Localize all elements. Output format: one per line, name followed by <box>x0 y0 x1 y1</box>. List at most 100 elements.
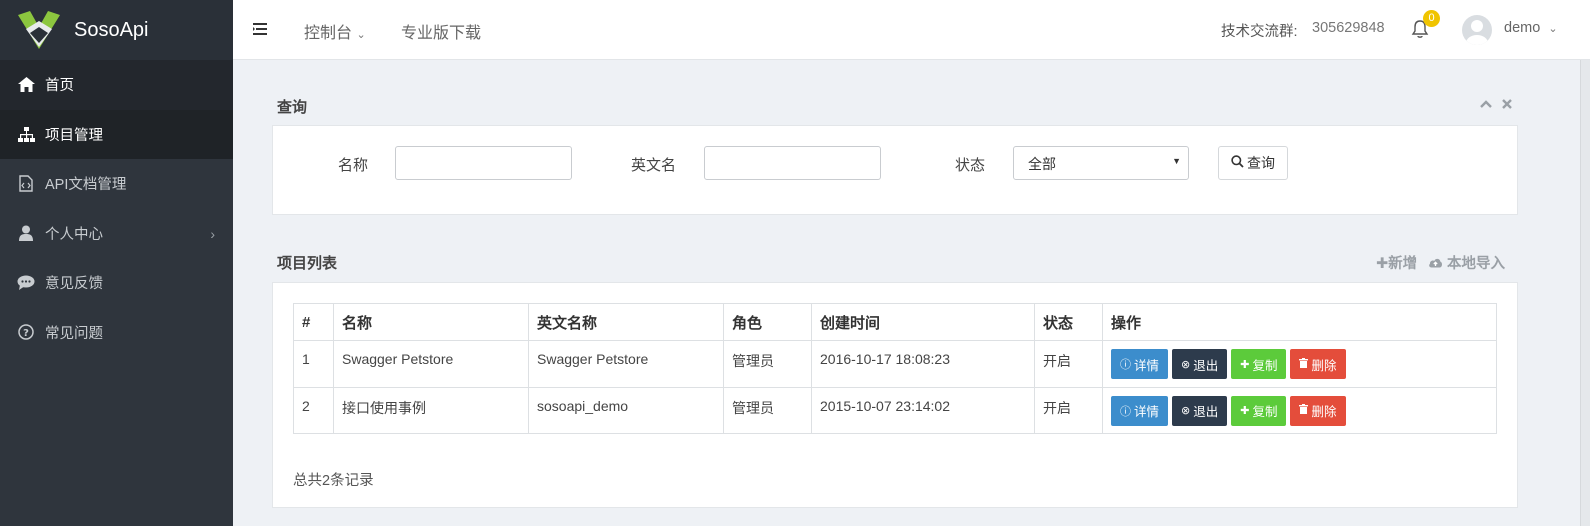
add-button[interactable]: ✚新增 <box>1376 252 1417 273</box>
status-select-value: 全部 <box>1028 156 1056 172</box>
query-section-title: 查询 <box>277 99 308 116</box>
console-menu[interactable]: 控制台 ⌄ <box>304 19 366 43</box>
plus-icon: ✚ <box>1240 358 1250 371</box>
close-icon[interactable] <box>1502 96 1512 112</box>
trash-icon <box>1299 404 1309 417</box>
info-circle-icon: ⓘ <box>1120 359 1131 371</box>
collapse-icon[interactable] <box>1480 96 1492 112</box>
logo[interactable]: SosoApi <box>0 0 233 60</box>
cell-id: 2 <box>293 386 334 434</box>
home-icon <box>16 76 36 94</box>
times-circle-icon: ⊗ <box>1181 358 1191 371</box>
sidebar-item-api-docs[interactable]: API文档管理 <box>0 159 233 209</box>
local-import-label: 本地导入 <box>1447 256 1506 272</box>
detail-label: 详情 <box>1134 358 1160 373</box>
pro-download-link[interactable]: 专业版下载 <box>401 19 481 43</box>
quit-button[interactable]: ⊗ 退出 <box>1172 395 1228 426</box>
svg-text:?: ? <box>23 328 29 339</box>
column-header: 名称 <box>333 303 529 341</box>
info-circle-icon: ⓘ <box>1120 405 1131 418</box>
column-header: 角色 <box>723 303 812 341</box>
sidebar-item-label: 项目管理 <box>45 127 103 144</box>
sidebar-item-home[interactable]: 首页 <box>0 60 233 110</box>
trash-icon <box>1299 357 1309 371</box>
delete-button[interactable]: 删除 <box>1290 349 1346 379</box>
group-label: 技术交流群: <box>1221 24 1298 40</box>
quit-label: 退出 <box>1193 358 1219 373</box>
caret-down-icon: ▼ <box>1172 156 1181 166</box>
detail-label: 详情 <box>1134 405 1160 419</box>
comments-icon <box>16 274 36 292</box>
username: demo <box>1504 20 1541 36</box>
en-name-input[interactable] <box>704 146 881 180</box>
chevron-down-icon: ⌄ <box>356 29 366 41</box>
file-code-icon <box>16 175 36 193</box>
menu-toggle-icon[interactable] <box>253 22 267 36</box>
delete-label: 删除 <box>1311 405 1337 419</box>
app-name: SosoApi <box>74 18 149 41</box>
quit-label: 退出 <box>1193 405 1219 419</box>
copy-button[interactable]: ✚ 复制 <box>1231 349 1287 379</box>
sidebar-item-personal[interactable]: 个人中心 › <box>0 209 233 259</box>
logo-icon <box>16 7 62 53</box>
column-header: 状态 <box>1034 303 1103 341</box>
total-records: 总共2条记录 <box>293 473 374 489</box>
chevron-down-icon: ⌄ <box>1548 23 1558 35</box>
column-header: # <box>293 303 334 341</box>
sidebar-item-faq[interactable]: ? 常见问题 <box>0 308 233 358</box>
column-header: 英文名称 <box>528 303 724 341</box>
console-label: 控制台 <box>304 25 353 42</box>
cell-role: 管理员 <box>723 340 812 388</box>
user-menu[interactable]: demo ⌄ <box>1504 20 1558 36</box>
project-table: # 名称 英文名称 角色 创建时间 状态 操作 1 Swagger Petsto… <box>293 303 1497 434</box>
sidebar-item-projects[interactable]: 项目管理 <box>0 109 233 159</box>
detail-button[interactable]: ⓘ 详情 <box>1111 349 1169 379</box>
list-section-title: 项目列表 <box>277 255 338 272</box>
delete-label: 删除 <box>1311 358 1337 373</box>
cell-en-name: Swagger Petstore <box>528 340 724 388</box>
copy-label: 复制 <box>1252 405 1278 419</box>
cell-created: 2016-10-17 18:08:23 <box>811 340 1035 388</box>
user-icon <box>16 224 36 242</box>
cell-status: 开启 <box>1034 386 1103 434</box>
cell-actions: ⓘ 详情 ⊗ 退出 ✚ 复制 删除 <box>1102 386 1497 434</box>
sidebar: SosoApi 首页 项目管理 API文档管理 个人中心 › 意见反馈 ? 常见… <box>0 0 233 526</box>
quit-button[interactable]: ⊗ 退出 <box>1172 349 1228 379</box>
copy-button[interactable]: ✚ 复制 <box>1231 395 1287 426</box>
sidebar-item-label: 个人中心 <box>45 226 103 243</box>
delete-button[interactable]: 删除 <box>1290 395 1346 426</box>
cell-en-name: sosoapi_demo <box>528 386 724 434</box>
detail-button[interactable]: ⓘ 详情 <box>1111 395 1169 426</box>
table-row: 2 接口使用事例 sosoapi_demo 管理员 2015-10-07 23:… <box>293 386 1497 434</box>
sidebar-item-label: 首页 <box>45 78 74 95</box>
query-button[interactable]: 查询 <box>1218 146 1288 180</box>
topbar: 控制台 ⌄ 专业版下载 技术交流群: 305629848 0 demo ⌄ <box>233 0 1590 60</box>
plus-icon: ✚ <box>1376 256 1389 272</box>
table-row: 1 Swagger Petstore Swagger Petstore 管理员 … <box>293 340 1497 388</box>
cell-created: 2015-10-07 23:14:02 <box>811 386 1035 434</box>
group-number: 305629848 <box>1312 20 1385 36</box>
local-import-button[interactable]: 本地导入 <box>1428 252 1505 273</box>
column-header: 创建时间 <box>811 303 1035 341</box>
plus-icon: ✚ <box>1240 405 1250 417</box>
list-panel: # 名称 英文名称 角色 创建时间 状态 操作 1 Swagger Petsto… <box>272 282 1518 508</box>
notification-badge: 0 <box>1423 10 1440 27</box>
sitemap-icon <box>16 125 36 143</box>
status-label: 状态 <box>955 157 986 174</box>
scrollbar[interactable] <box>1580 60 1590 526</box>
avatar[interactable] <box>1462 15 1492 45</box>
name-input[interactable] <box>395 146 572 180</box>
name-label: 名称 <box>338 157 369 174</box>
status-select[interactable]: 全部 ▼ <box>1013 146 1189 180</box>
question-circle-icon: ? <box>16 323 36 341</box>
cell-actions: ⓘ 详情 ⊗ 退出 ✚ 复制 删除 <box>1102 340 1497 388</box>
query-panel: 名称 英文名 状态 全部 ▼ 查询 <box>272 125 1518 215</box>
cell-name: 接口使用事例 <box>333 386 529 434</box>
cell-role: 管理员 <box>723 386 812 434</box>
query-button-label: 查询 <box>1247 155 1275 171</box>
sidebar-item-label: 意见反馈 <box>45 276 103 293</box>
table-header-row: # 名称 英文名称 角色 创建时间 状态 操作 <box>293 303 1497 341</box>
cell-name: Swagger Petstore <box>333 340 529 388</box>
cloud-upload-icon <box>1428 256 1447 272</box>
sidebar-item-feedback[interactable]: 意见反馈 <box>0 258 233 308</box>
